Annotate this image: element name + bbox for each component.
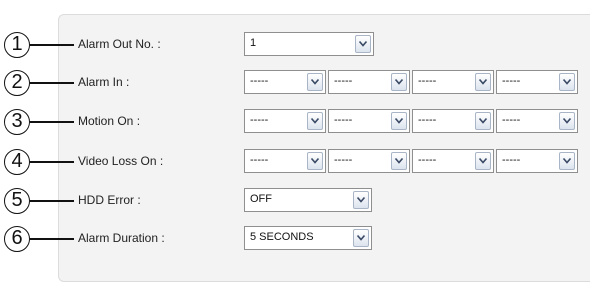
- select-value: -----: [418, 75, 437, 87]
- callout-number: 5: [4, 188, 30, 214]
- callout-number: 2: [4, 70, 30, 96]
- callout-leader-line: [30, 161, 74, 163]
- chevron-down-icon[interactable]: [475, 152, 491, 170]
- alarm-in-select-4[interactable]: -----: [496, 70, 578, 94]
- chevron-down-icon[interactable]: [307, 152, 323, 170]
- select-value: -----: [334, 154, 353, 166]
- select-value: -----: [334, 114, 353, 126]
- select-value: -----: [250, 114, 269, 126]
- callout-leader-line: [30, 200, 74, 202]
- callout-leader-line: [30, 44, 74, 46]
- select-value: -----: [418, 114, 437, 126]
- alarm-in-select-3[interactable]: -----: [412, 70, 494, 94]
- alarm-in-select-2[interactable]: -----: [328, 70, 410, 94]
- motion-on-select-4[interactable]: -----: [496, 109, 578, 133]
- video-loss-on-select-1[interactable]: -----: [244, 149, 326, 173]
- callout-number: 6: [4, 226, 30, 252]
- alarm-duration-select[interactable]: 5 SECONDS: [244, 226, 372, 250]
- hdd-error-select[interactable]: OFF: [244, 188, 372, 212]
- alarm-duration-label: Alarm Duration :: [78, 231, 165, 245]
- video-loss-on-select-3[interactable]: -----: [412, 149, 494, 173]
- select-value: 5 SECONDS: [250, 231, 314, 243]
- chevron-down-icon[interactable]: [559, 152, 575, 170]
- select-value: -----: [334, 75, 353, 87]
- row-alarm-in: 2 Alarm In : ----- ----- ----- -----: [0, 70, 590, 96]
- motion-on-select-3[interactable]: -----: [412, 109, 494, 133]
- alarm-in-select-1[interactable]: -----: [244, 70, 326, 94]
- select-value: -----: [502, 114, 521, 126]
- chevron-down-icon[interactable]: [391, 112, 407, 130]
- chevron-down-icon[interactable]: [307, 112, 323, 130]
- motion-on-select-2[interactable]: -----: [328, 109, 410, 133]
- alarm-out-no-label: Alarm Out No. :: [78, 37, 161, 51]
- callout-number: 1: [4, 32, 30, 58]
- alarm-out-no-select[interactable]: 1: [244, 32, 374, 56]
- chevron-down-icon[interactable]: [355, 35, 371, 53]
- callout-leader-line: [30, 238, 74, 240]
- callout-leader-line: [30, 121, 74, 123]
- alarm-in-label: Alarm In :: [78, 75, 130, 89]
- video-loss-on-label: Video Loss On :: [78, 154, 164, 168]
- callout-leader-line: [30, 82, 74, 84]
- select-value: -----: [502, 75, 521, 87]
- row-alarm-out-no: 1 Alarm Out No. : 1: [0, 32, 590, 58]
- video-loss-on-select-2[interactable]: -----: [328, 149, 410, 173]
- callout-number: 4: [4, 149, 30, 175]
- motion-on-select-1[interactable]: -----: [244, 109, 326, 133]
- row-video-loss-on: 4 Video Loss On : ----- ----- ----- ----…: [0, 149, 590, 175]
- hdd-error-label: HDD Error :: [78, 193, 141, 207]
- select-value: -----: [250, 75, 269, 87]
- chevron-down-icon[interactable]: [559, 112, 575, 130]
- chevron-down-icon[interactable]: [353, 191, 369, 209]
- chevron-down-icon[interactable]: [391, 152, 407, 170]
- select-value: -----: [502, 154, 521, 166]
- row-hdd-error: 5 HDD Error : OFF: [0, 188, 590, 214]
- chevron-down-icon[interactable]: [391, 73, 407, 91]
- select-value: OFF: [250, 193, 272, 205]
- video-loss-on-select-4[interactable]: -----: [496, 149, 578, 173]
- row-alarm-duration: 6 Alarm Duration : 5 SECONDS: [0, 226, 590, 252]
- select-value: 1: [250, 37, 257, 49]
- chevron-down-icon[interactable]: [307, 73, 323, 91]
- motion-on-label: Motion On :: [78, 114, 141, 128]
- chevron-down-icon[interactable]: [559, 73, 575, 91]
- chevron-down-icon[interactable]: [353, 229, 369, 247]
- chevron-down-icon[interactable]: [475, 73, 491, 91]
- row-motion-on: 3 Motion On : ----- ----- ----- -----: [0, 109, 590, 135]
- chevron-down-icon[interactable]: [475, 112, 491, 130]
- callout-number: 3: [4, 109, 30, 135]
- select-value: -----: [250, 154, 269, 166]
- select-value: -----: [418, 154, 437, 166]
